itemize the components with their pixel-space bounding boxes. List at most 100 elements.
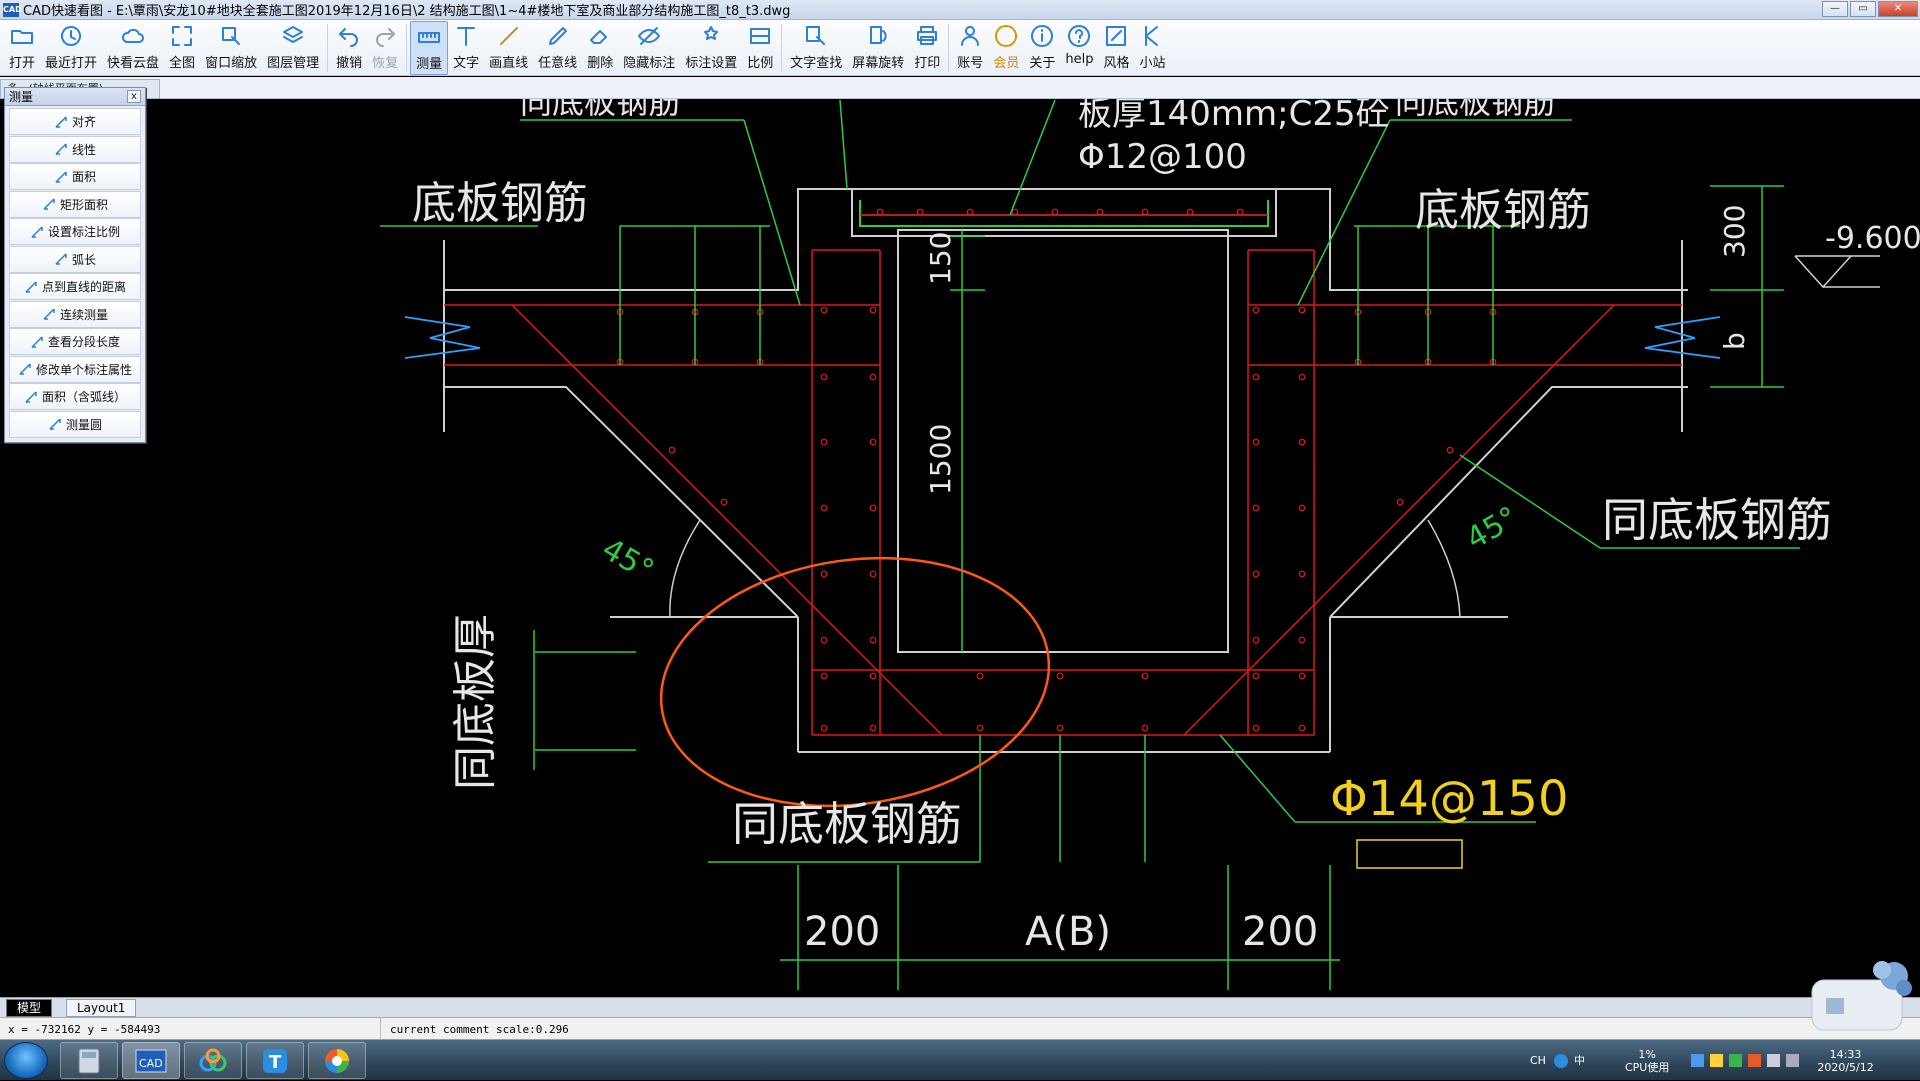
measure-tool-item[interactable]: 设置标注比例 [9, 218, 141, 245]
ime-icon[interactable] [1553, 1053, 1568, 1068]
area-icon [54, 170, 68, 184]
maximize-button[interactable]: ▭ [1850, 1, 1876, 17]
windowzoom-button[interactable]: 窗口缩放 [200, 21, 262, 75]
rebar-dot [1252, 636, 1260, 644]
measure-tool-item[interactable]: 对齐 [9, 108, 141, 135]
fullview-label: 全图 [169, 56, 196, 71]
measure-tool-item[interactable]: 矩形面积 [9, 190, 141, 218]
toolbar-separator [781, 24, 783, 72]
rebar-dot [1056, 724, 1064, 732]
calculator-app-icon[interactable] [60, 1042, 118, 1079]
pen-icon [545, 23, 571, 49]
toolbar-separator [327, 24, 329, 72]
clock-date: 2020/5/12 [1817, 1060, 1874, 1074]
measure-tool-item[interactable]: 测量圆 [9, 410, 141, 438]
start-button[interactable] [4, 1042, 48, 1079]
open-button[interactable]: 打开 [4, 21, 40, 75]
redo-button[interactable]: 恢复 [367, 21, 403, 75]
measure-tool-item[interactable]: 面积（含弧线） [9, 383, 141, 410]
info-icon [1029, 23, 1055, 49]
redo-label: 恢复 [372, 56, 399, 71]
dim-300: 300 [1718, 205, 1751, 258]
toolbar-separator [406, 24, 408, 72]
rebar-dot [1252, 504, 1260, 512]
recent-button[interactable]: 最近打开 [40, 21, 102, 75]
measure-panel: 测量 x 对齐 线性 面积 矩形面积设置标注比例弧长点到直线的距离连续测量查看分段长度… [4, 87, 146, 443]
tray-power-icon[interactable] [1786, 1054, 1800, 1067]
measure-button[interactable]: 测量 [410, 21, 449, 75]
fullview-button[interactable]: 全图 [164, 21, 200, 75]
drawing-canvas[interactable]: 同底板钢筋 同底板钢筋 板厚140mm;C25砼 Φ12@100 底板钢筋 底板… [0, 99, 1920, 997]
cad-app-icon[interactable]: CAD [122, 1042, 180, 1079]
about-button[interactable]: 关于 [1024, 21, 1060, 75]
measure-tool-label: 点到直线的距离 [41, 280, 126, 294]
hideanno-button[interactable]: 隐藏标注 [618, 21, 680, 75]
rebar-dot [820, 373, 828, 381]
measure-tool-item[interactable]: 线性 [9, 135, 141, 163]
cpu-percent: 1% [1638, 1047, 1656, 1061]
tray-update-icon[interactable] [1748, 1054, 1762, 1067]
freeline-button[interactable]: 任意线 [533, 21, 582, 75]
measure-tool-item[interactable]: 连续测量 [9, 300, 141, 328]
close-button[interactable]: ✕ [1878, 1, 1918, 17]
station-button[interactable]: 小站 [1134, 21, 1170, 75]
tab-model[interactable]: 模型 [6, 999, 53, 1017]
account-button[interactable]: 账号 [952, 21, 988, 75]
measure-tool-item[interactable]: 弧长 [9, 245, 141, 273]
rotate-label: 屏幕旋转 [852, 56, 905, 71]
measure-tool-item[interactable]: 面积 [9, 163, 141, 190]
text-app-icon[interactable]: T [246, 1042, 304, 1079]
rotate-button[interactable]: 屏幕旋转 [847, 21, 909, 75]
scale-label: 比例 [747, 56, 774, 71]
help-label: help [1065, 52, 1094, 67]
text-button[interactable]: 文字 [448, 21, 484, 75]
dim-200-right: 200 [1242, 909, 1318, 955]
rebar-dot [1252, 373, 1260, 381]
delete-button[interactable]: 删除 [582, 21, 618, 75]
baidu-netdisk-app-icon[interactable] [184, 1042, 242, 1079]
style-label: 风格 [1103, 56, 1130, 71]
ime-mode[interactable]: 中 [1574, 1054, 1585, 1067]
vip-button[interactable]: 会员 [988, 21, 1024, 75]
annoset-button[interactable]: 标注设置 [680, 21, 742, 75]
rebar-dot [1298, 438, 1306, 446]
measure-tool-item[interactable]: 修改单个标注属性 [9, 355, 141, 383]
svg-text:T: T [269, 1052, 282, 1073]
tab-layout1[interactable]: Layout1 [66, 999, 137, 1017]
measure-circle-icon [48, 417, 62, 431]
measure-panel-header: 测量 x [5, 88, 145, 106]
tray-volume-icon[interactable] [1767, 1054, 1781, 1067]
style-icon [1103, 23, 1129, 49]
rebar-dot [869, 306, 877, 314]
findtext-button[interactable]: 文字查找 [785, 21, 847, 75]
rebar-dot [976, 672, 984, 680]
layers-button[interactable]: 图层管理 [262, 21, 324, 75]
measure-tool-item[interactable]: 点到直线的距离 [9, 273, 141, 300]
measure-tool-label: 设置标注比例 [47, 225, 120, 239]
style-button[interactable]: 风格 [1098, 21, 1134, 75]
tray-security-icon[interactable] [1729, 1054, 1743, 1067]
elevation-label: -9.600 [1825, 221, 1920, 256]
measure-tool-label: 查看分段长度 [47, 335, 120, 349]
tray-app-icon[interactable] [1710, 1054, 1724, 1067]
language-indicator[interactable]: CH [1530, 1054, 1546, 1067]
scale-button[interactable]: 比例 [742, 21, 778, 75]
line-button[interactable]: 画直线 [484, 21, 533, 75]
recent-icon [58, 23, 84, 49]
line-icon [496, 23, 522, 49]
rebar-dot [820, 438, 828, 446]
rebar-dot [668, 446, 676, 454]
rebar-dot [1252, 438, 1260, 446]
cloud-button[interactable]: 快看云盘 [102, 21, 164, 75]
measure-tool-item[interactable]: 查看分段长度 [9, 328, 141, 355]
help-button[interactable]: help [1060, 21, 1098, 75]
print-button[interactable]: 打印 [909, 21, 945, 75]
tray-network-icon[interactable] [1691, 1054, 1705, 1067]
clock[interactable]: 14:33 2020/5/12 [1817, 1048, 1873, 1074]
undo-button[interactable]: 撤销 [331, 21, 367, 75]
minimize-button[interactable]: — [1822, 1, 1848, 17]
print-icon [914, 23, 940, 49]
svg-text:CAD: CAD [139, 1057, 163, 1070]
panel-close-button[interactable]: x [127, 90, 141, 103]
browser-app-icon[interactable] [308, 1042, 366, 1079]
